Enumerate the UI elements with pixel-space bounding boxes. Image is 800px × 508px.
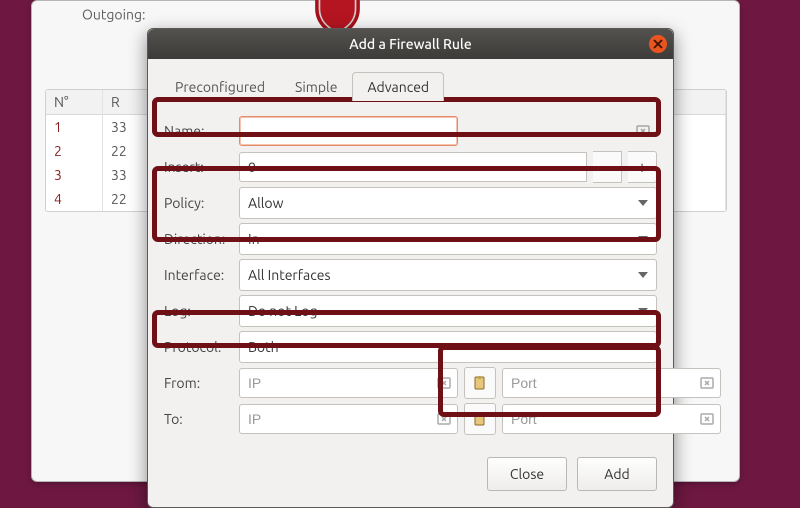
chevron-down-icon bbox=[638, 308, 648, 314]
stepper-minus[interactable]: − bbox=[593, 151, 622, 183]
from-port-input[interactable] bbox=[502, 368, 721, 398]
name-label: Name: bbox=[164, 123, 239, 139]
interface-label: Interface: bbox=[164, 267, 239, 283]
tab-advanced[interactable]: Advanced bbox=[352, 72, 444, 101]
policy-label: Policy: bbox=[164, 195, 239, 211]
protocol-select[interactable]: Both bbox=[239, 331, 657, 363]
chevron-down-icon bbox=[638, 344, 648, 350]
tab-bar: Preconfigured Simple Advanced bbox=[148, 59, 673, 100]
policy-select[interactable]: Allow bbox=[239, 187, 657, 219]
name-input[interactable] bbox=[239, 116, 458, 146]
stepper-plus[interactable]: + bbox=[628, 151, 657, 183]
tab-preconfigured[interactable]: Preconfigured bbox=[160, 72, 280, 101]
paste-icon[interactable] bbox=[464, 403, 496, 435]
from-ip-input[interactable] bbox=[239, 368, 458, 398]
direction-select[interactable]: In bbox=[239, 223, 657, 255]
clear-icon[interactable] bbox=[436, 375, 452, 391]
clear-icon[interactable] bbox=[699, 375, 715, 391]
outgoing-label: Outgoing: bbox=[82, 6, 145, 22]
table-header-num[interactable]: N° bbox=[46, 90, 103, 115]
paste-icon[interactable] bbox=[464, 367, 496, 399]
chevron-down-icon bbox=[638, 272, 648, 278]
dialog-titlebar[interactable]: Add a Firewall Rule bbox=[148, 29, 673, 59]
insert-label: Insert: bbox=[164, 159, 239, 175]
dialog-buttons: Close Add bbox=[148, 447, 673, 507]
to-ip-input[interactable] bbox=[239, 404, 458, 434]
clear-icon[interactable] bbox=[635, 123, 651, 139]
clear-icon[interactable] bbox=[699, 411, 715, 427]
add-button[interactable]: Add bbox=[577, 457, 657, 491]
add-rule-dialog: Add a Firewall Rule Preconfigured Simple… bbox=[147, 28, 674, 508]
close-icon[interactable] bbox=[649, 35, 667, 53]
to-label: To: bbox=[164, 411, 239, 427]
from-label: From: bbox=[164, 375, 239, 391]
clear-icon[interactable] bbox=[436, 411, 452, 427]
insert-input[interactable] bbox=[239, 152, 587, 182]
log-label: Log: bbox=[164, 303, 239, 319]
interface-select[interactable]: All Interfaces bbox=[239, 259, 657, 291]
direction-label: Direction: bbox=[164, 231, 239, 247]
protocol-label: Protocol: bbox=[164, 339, 239, 355]
log-select[interactable]: Do not Log bbox=[239, 295, 657, 327]
tab-simple[interactable]: Simple bbox=[280, 72, 352, 101]
dialog-title: Add a Firewall Rule bbox=[349, 36, 471, 52]
form: Name: Insert: − + Policy: Allow bbox=[148, 101, 673, 447]
chevron-down-icon bbox=[638, 200, 648, 206]
chevron-down-icon bbox=[638, 236, 648, 242]
to-port-input[interactable] bbox=[502, 404, 721, 434]
outgoing-row: Outgoing: bbox=[82, 5, 145, 22]
close-button[interactable]: Close bbox=[487, 457, 567, 491]
